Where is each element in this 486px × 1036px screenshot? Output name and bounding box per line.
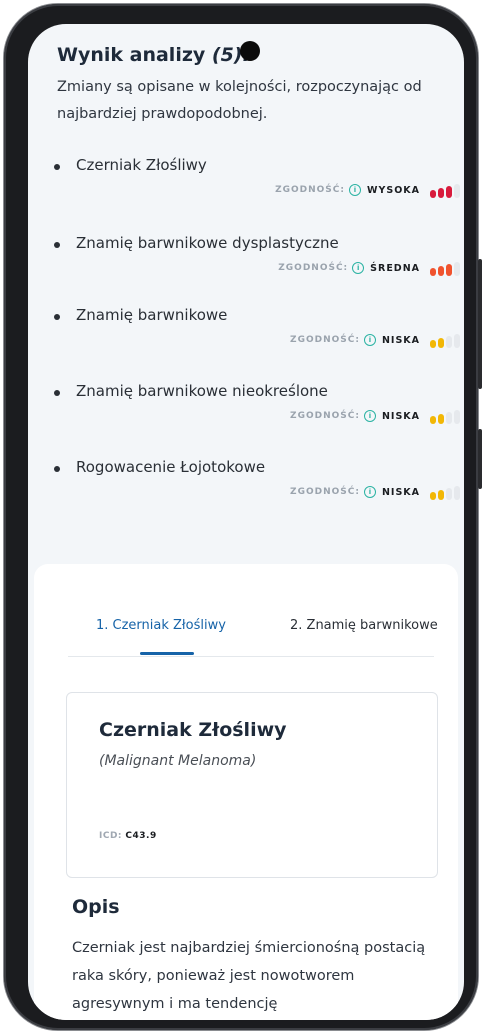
diagnosis-item[interactable]: Znamię barwnikowe ZGODNOŚĆ: i NISKA (28, 304, 464, 364)
tab-divider (68, 656, 434, 657)
match-bar (438, 490, 444, 500)
screen: Wynik analizy (5): Zmiany są opisane w k… (28, 24, 464, 1020)
match-level: NISKA (381, 410, 420, 422)
match-bars (430, 260, 460, 276)
diagnosis-name: Czerniak Złośliwy (76, 156, 207, 174)
intro-text: Zmiany są opisane w kolejności, rozpoczy… (57, 79, 422, 122)
active-tab-indicator (140, 652, 194, 655)
match-indicator: ZGODNOŚĆ: i WYSOKA (275, 180, 460, 200)
match-bar (454, 262, 460, 276)
front-camera (240, 41, 260, 61)
bullet (54, 164, 60, 170)
match-indicator: ZGODNOŚĆ: i ŚREDNA (278, 258, 460, 278)
icd-label: ICD: (99, 831, 123, 841)
match-indicator: ZGODNOŚĆ: i NISKA (290, 330, 460, 350)
details-panel: 1. Czerniak Złośliwy 2. Znamię barwnikow… (34, 564, 458, 1020)
diagnosis-item[interactable]: Znamię barwnikowe dysplastyczne ZGODNOŚĆ:… (28, 232, 464, 292)
match-bar (446, 186, 452, 198)
diagnosis-name: Znamię barwnikowe dysplastyczne (76, 234, 339, 252)
match-bar (438, 338, 444, 348)
match-bar (430, 492, 436, 500)
diagnosis-item[interactable]: Czerniak Złośliwy ZGODNOŚĆ: i WYSOKA (28, 154, 464, 214)
match-bar (446, 336, 452, 348)
match-bar (430, 190, 436, 198)
match-label: ZGODNOŚĆ: (275, 185, 345, 195)
match-bar (430, 416, 436, 424)
diagnosis-latin-name: (Malignant Melanoma) (99, 753, 257, 769)
bullet (54, 314, 60, 320)
match-level: NISKA (381, 486, 420, 498)
match-bar (454, 334, 460, 348)
title-text: Wynik analizy (57, 44, 206, 66)
bullet (54, 466, 60, 472)
match-bar (446, 412, 452, 424)
bullet (54, 242, 60, 248)
match-bar (454, 486, 460, 500)
diagnosis-name: Rogowacenie Łojotokowe (76, 458, 266, 476)
match-bar (430, 268, 436, 276)
match-level: WYSOKA (367, 184, 420, 196)
tab-czerniak[interactable]: 1. Czerniak Złośliwy (96, 618, 226, 633)
diagnosis-item[interactable]: Znamię barwnikowe nieokreślone ZGODNOŚĆ: i… (28, 380, 464, 440)
diagnosis-name: Znamię barwnikowe nieokreślone (76, 382, 328, 400)
match-bars (430, 182, 460, 198)
description-text: Czerniak jest najbardziej śmiercionośną … (72, 940, 426, 1012)
match-bar (446, 264, 452, 276)
power-button (478, 429, 482, 489)
diagnosis-item[interactable]: Rogowacenie Łojotokowe ZGODNOŚĆ: i NISKA (28, 456, 464, 516)
phone-frame: Wynik analizy (5): Zmiany są opisane w k… (4, 4, 482, 1030)
info-icon[interactable]: i (363, 410, 376, 422)
match-indicator: ZGODNOŚĆ: i NISKA (290, 482, 460, 502)
match-bars (430, 332, 460, 348)
match-label: ZGODNOŚĆ: (290, 335, 360, 345)
icd-code: ICD: C43.9 (99, 831, 157, 841)
match-indicator: ZGODNOŚĆ: i NISKA (290, 406, 460, 426)
bullet (54, 390, 60, 396)
match-bar (446, 488, 452, 500)
match-label: ZGODNOŚĆ: (278, 263, 349, 273)
diagnosis-name: Znamię barwnikowe (76, 306, 228, 324)
diagnosis-card: Czerniak Złośliwy (Malignant Melanoma) I… (66, 692, 438, 878)
match-bars (430, 484, 460, 500)
description-heading: Opis (72, 896, 120, 918)
info-icon[interactable]: i (352, 262, 365, 274)
info-icon[interactable]: i (363, 334, 376, 346)
match-bar (438, 266, 444, 276)
icd-value: C43.9 (125, 831, 157, 841)
volume-button (478, 259, 482, 389)
match-bars (430, 408, 460, 424)
match-label: ZGODNOŚĆ: (290, 411, 360, 421)
match-bar (438, 188, 444, 198)
tab-znamie[interactable]: 2. Znamię barwnikowe (290, 618, 458, 633)
match-bar (454, 410, 460, 424)
match-label: ZGODNOŚĆ: (290, 487, 360, 497)
info-icon[interactable]: i (349, 184, 361, 196)
info-icon[interactable]: i (363, 486, 376, 498)
match-level: ŚREDNA (370, 262, 420, 274)
match-bar (430, 340, 436, 348)
page-title: Wynik analizy (5): (57, 44, 250, 66)
match-bar (438, 414, 444, 424)
diagnosis-title: Czerniak Złośliwy (99, 719, 287, 741)
tab-bar: 1. Czerniak Złośliwy 2. Znamię barwnikow… (34, 564, 458, 658)
match-bar (454, 184, 460, 198)
match-level: NISKA (381, 334, 420, 346)
